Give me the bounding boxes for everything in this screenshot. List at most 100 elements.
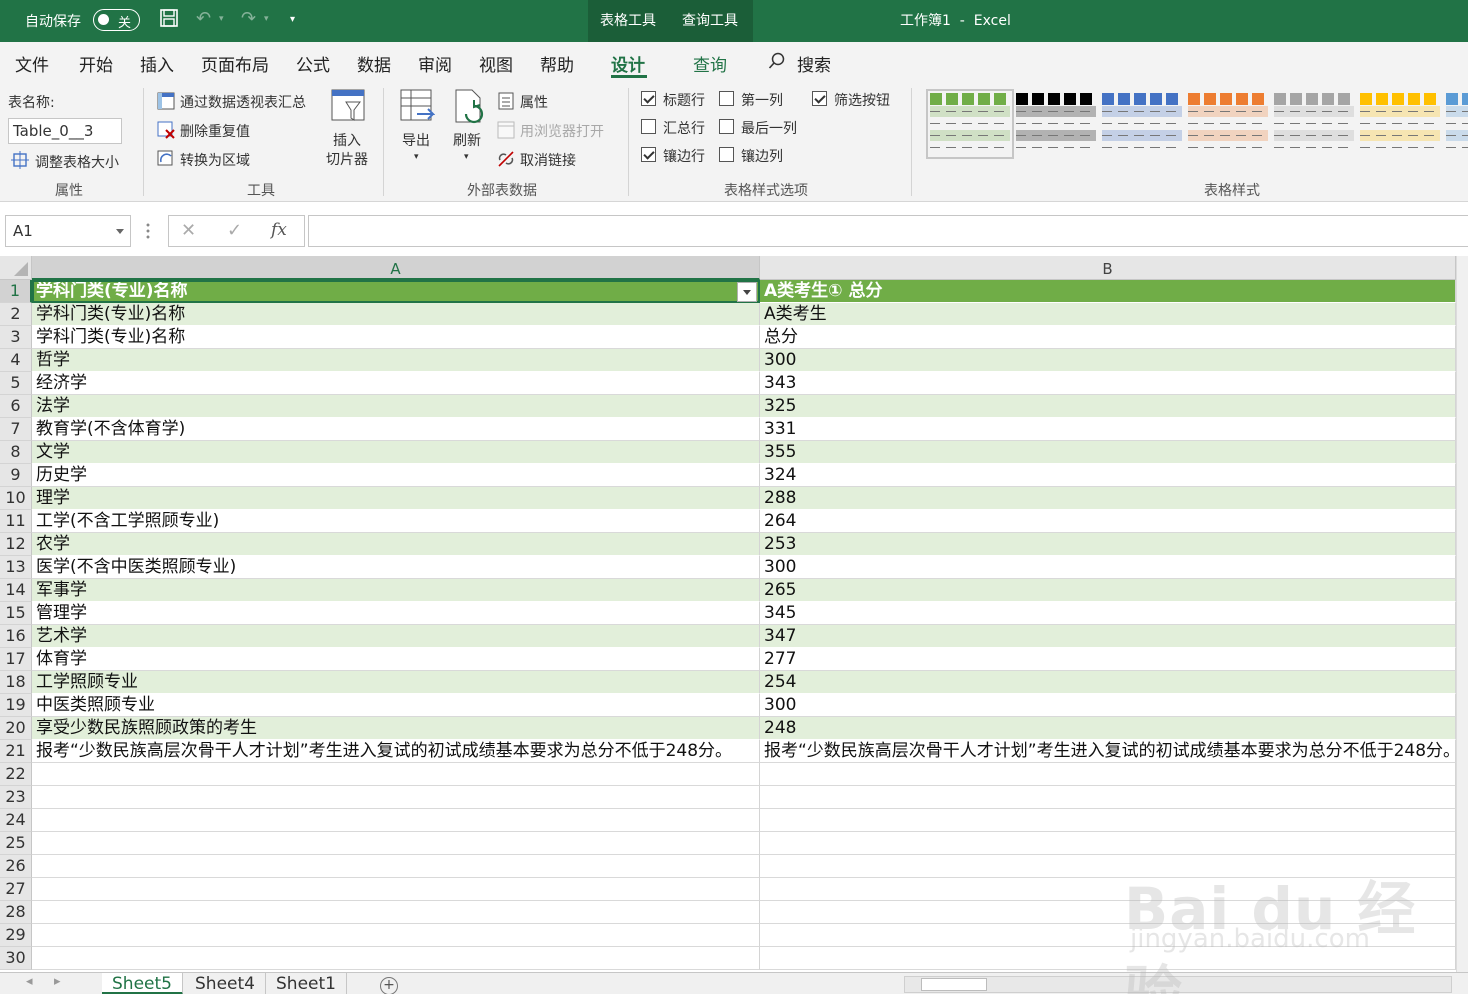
sheet-tab-sheet5[interactable]: Sheet5 [102,973,183,994]
row-header[interactable]: 28 [0,901,32,924]
row-header[interactable]: 6 [0,395,32,418]
table-cell[interactable]: 300 [760,349,1456,372]
table-cell[interactable]: 265 [760,579,1456,602]
table-cell[interactable]: 报考“少数民族高层次骨干人才计划”考生进入复试的初试成绩基本要求为总分不低于24… [760,740,1456,763]
row-header[interactable]: 18 [0,671,32,694]
table-cell[interactable]: 历史学 [32,464,760,487]
table-cell[interactable]: 343 [760,372,1456,395]
table-cell[interactable]: 艺术学 [32,625,760,648]
filter-dropdown-icon[interactable] [737,282,757,302]
checkbox-last-column[interactable] [719,119,734,134]
column-header-b[interactable]: B [760,256,1456,280]
table-cell[interactable] [32,855,760,878]
vertical-scrollbar[interactable] [1456,256,1468,972]
row-header[interactable]: 20 [0,717,32,740]
context-tab-query-tools[interactable]: 查询工具 [682,10,738,30]
table-header-cell[interactable]: 学科门类(专业)名称 [32,280,760,303]
table-cell[interactable] [760,809,1456,832]
row-header[interactable]: 8 [0,441,32,464]
tab-formulas[interactable]: 公式 [296,51,330,76]
table-style-swatch[interactable] [1102,93,1182,155]
row-header[interactable]: 25 [0,832,32,855]
table-style-swatch[interactable] [1016,93,1096,155]
row-header[interactable]: 26 [0,855,32,878]
table-cell[interactable] [32,786,760,809]
table-cell[interactable]: 总分 [760,326,1456,349]
table-cell[interactable]: 345 [760,602,1456,625]
insert-function-icon[interactable]: fx [271,220,287,240]
row-header[interactable]: 1 [0,280,32,303]
table-cell[interactable]: 355 [760,441,1456,464]
table-cell[interactable] [760,878,1456,901]
insert-slicer-label-1[interactable]: 插入 [333,130,361,150]
formula-bar-grip-icon[interactable] [146,222,150,240]
row-header[interactable]: 19 [0,694,32,717]
table-cell[interactable]: 254 [760,671,1456,694]
table-cell[interactable]: 264 [760,510,1456,533]
name-box-dropdown-icon[interactable] [116,229,124,234]
table-cell[interactable]: 经济学 [32,372,760,395]
row-header[interactable]: 4 [0,349,32,372]
unlink-button[interactable]: 取消链接 [520,150,576,170]
row-header[interactable]: 3 [0,326,32,349]
table-cell[interactable] [760,901,1456,924]
select-all-button[interactable] [0,256,32,280]
table-cell[interactable]: 学科门类(专业)名称 [32,303,760,326]
table-cell[interactable]: 324 [760,464,1456,487]
tab-page-layout[interactable]: 页面布局 [201,51,269,76]
checkbox-first-column[interactable] [719,91,734,106]
scrollbar-thumb[interactable] [921,978,987,991]
table-cell[interactable]: 享受少数民族照顾政策的考生 [32,717,760,740]
row-header[interactable]: 9 [0,464,32,487]
tab-query[interactable]: 查询 [693,51,727,76]
sheet-tab-sheet1[interactable]: Sheet1 [266,973,347,994]
table-cell[interactable] [32,809,760,832]
prev-sheet-icon[interactable]: ◂ [26,974,33,989]
table-cell[interactable] [760,855,1456,878]
table-cell[interactable] [32,901,760,924]
table-cell[interactable]: 300 [760,556,1456,579]
next-sheet-icon[interactable]: ▸ [54,974,61,989]
enter-icon[interactable]: ✓ [227,220,242,241]
table-cell[interactable]: 工学(不含工学照顾专业) [32,510,760,533]
table-cell[interactable]: 报考“少数民族高层次骨干人才计划”考生进入复试的初试成绩基本要求为总分不低于24… [32,740,760,763]
row-header[interactable]: 24 [0,809,32,832]
table-cell[interactable]: 325 [760,395,1456,418]
table-cell[interactable]: 中医类照顾专业 [32,694,760,717]
table-cell[interactable]: 教育学(不含体育学) [32,418,760,441]
resize-table-button[interactable]: 调整表格大小 [35,152,119,172]
undo-icon[interactable]: ↶ [196,8,211,29]
refresh-button[interactable]: 刷新 [453,130,481,150]
row-header[interactable]: 16 [0,625,32,648]
row-header[interactable]: 2 [0,303,32,326]
row-header[interactable]: 11 [0,510,32,533]
table-cell[interactable] [760,832,1456,855]
row-header[interactable]: 13 [0,556,32,579]
add-sheet-button[interactable]: + [380,977,398,994]
tab-data[interactable]: 数据 [357,51,391,76]
cancel-icon[interactable]: ✕ [181,220,196,241]
row-header[interactable]: 22 [0,763,32,786]
tab-home[interactable]: 开始 [79,51,113,76]
table-cell[interactable]: 347 [760,625,1456,648]
table-cell[interactable]: 300 [760,694,1456,717]
row-header[interactable]: 30 [0,947,32,970]
table-cell[interactable]: 学科门类(专业)名称 [32,326,760,349]
table-style-swatch[interactable] [1446,93,1468,155]
row-header[interactable]: 10 [0,487,32,510]
redo-icon[interactable]: ↷ [241,8,256,29]
table-style-swatch[interactable] [1274,93,1354,155]
table-cell[interactable]: 331 [760,418,1456,441]
table-cell[interactable]: 理学 [32,487,760,510]
table-cell[interactable]: 管理学 [32,602,760,625]
tab-insert[interactable]: 插入 [140,51,174,76]
table-cell[interactable]: 253 [760,533,1456,556]
table-cell[interactable]: 军事学 [32,579,760,602]
insert-slicer-label-2[interactable]: 切片器 [326,149,368,169]
table-cell[interactable]: A类考生 [760,303,1456,326]
row-header[interactable]: 15 [0,602,32,625]
sheet-tab-sheet4[interactable]: Sheet4 [185,973,266,994]
open-in-browser-button[interactable]: 用浏览器打开 [520,121,604,141]
checkbox-total-row[interactable] [641,119,656,134]
row-header[interactable]: 14 [0,579,32,602]
